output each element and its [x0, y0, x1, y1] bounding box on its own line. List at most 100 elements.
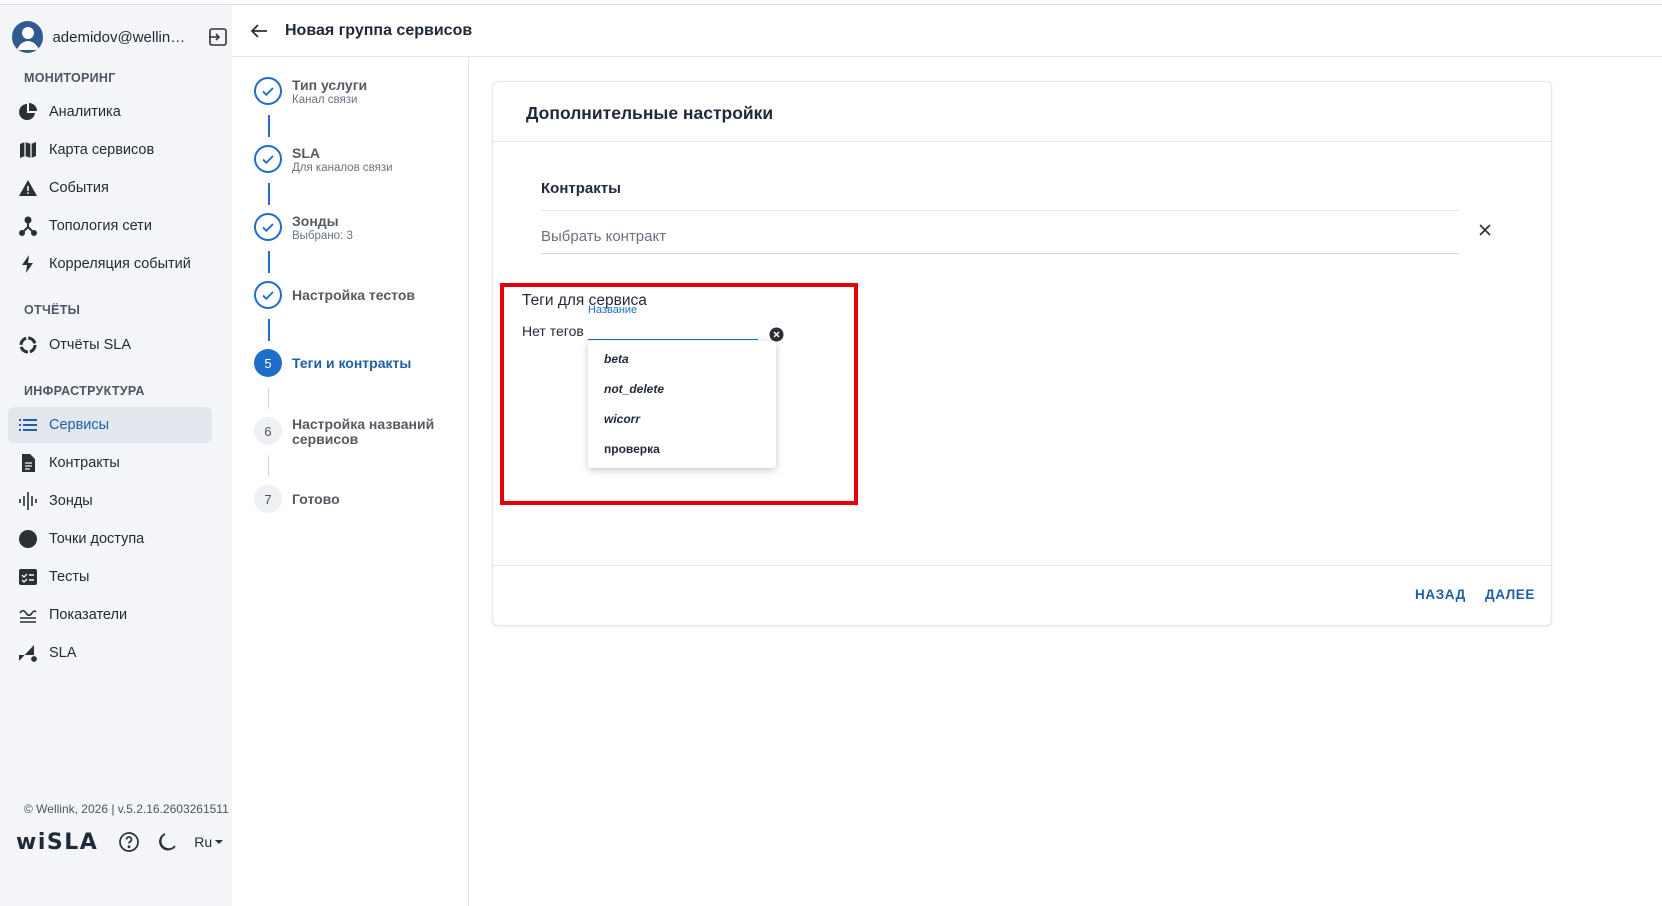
- next-button[interactable]: ДАЛЕЕ: [1485, 587, 1535, 602]
- topology-icon: [18, 216, 38, 236]
- contract-select[interactable]: Выбрать контракт: [541, 210, 1459, 254]
- bolt-icon: [18, 254, 38, 274]
- document-icon: [18, 453, 38, 473]
- sidebar-item-probes[interactable]: Зонды: [8, 483, 212, 519]
- sidebar-item-tests[interactable]: Тесты: [8, 559, 212, 595]
- step-connector: [268, 387, 269, 409]
- sidebar-item-services[interactable]: Сервисы: [8, 407, 212, 443]
- step-title: Настройка названий: [292, 416, 435, 432]
- checklist-icon: [18, 567, 38, 587]
- tag-option[interactable]: beta: [604, 352, 629, 366]
- sidebar-item-label: Карта сервисов: [49, 142, 155, 158]
- step-title: Теги и контракты: [292, 355, 412, 371]
- help-icon[interactable]: [118, 831, 140, 853]
- sidebar-item-analytics[interactable]: Аналитика: [8, 94, 212, 130]
- waveform-icon: [18, 491, 38, 511]
- sidebar-item-contracts[interactable]: Контракты: [8, 445, 212, 481]
- dark-mode-icon[interactable]: [156, 831, 178, 853]
- check-icon: [254, 281, 282, 309]
- section-title-reports: ОТЧЁТЫ: [24, 303, 81, 317]
- sidebar-item-label: События: [49, 180, 109, 196]
- tag-options-dropdown: beta not_delete wicorr проверка: [588, 341, 776, 468]
- card-title: Дополнительные настройки: [526, 103, 774, 123]
- contract-placeholder: Выбрать контракт: [541, 227, 667, 245]
- page-title: Новая группа сервисов: [285, 21, 473, 39]
- copyright: © Wellink, 2026 | v.5.2.16.2603261511: [24, 802, 229, 816]
- step-connector: [268, 455, 269, 477]
- sidebar-item-sla[interactable]: SLA: [8, 635, 212, 671]
- sidebar: ademidov@wellink... МОНИТОРИНГ Аналитика…: [0, 5, 232, 906]
- sidebar-item-sla-reports[interactable]: Отчёты SLA: [8, 327, 212, 363]
- logout-icon[interactable]: [206, 25, 230, 49]
- sla-icon: [18, 643, 38, 663]
- warning-icon: [18, 178, 38, 198]
- language-selector[interactable]: Ru: [194, 834, 226, 850]
- close-icon[interactable]: [1476, 221, 1494, 239]
- clear-icon[interactable]: [769, 327, 784, 342]
- back-button[interactable]: НАЗАД: [1415, 587, 1466, 602]
- step-number: 6: [254, 417, 282, 445]
- circle-icon: [18, 529, 38, 549]
- divider: [493, 141, 1551, 142]
- sidebar-item-label: Зонды: [49, 493, 93, 509]
- tag-input[interactable]: [588, 322, 758, 340]
- step-title-line2: сервисов: [292, 431, 359, 447]
- sidebar-item-label: SLA: [49, 645, 77, 661]
- user-name: ademidov@wellink...: [52, 28, 190, 46]
- tag-input-label: Название: [588, 304, 638, 316]
- sidebar-item-label: Контракты: [49, 455, 120, 471]
- step-connector: [268, 251, 270, 273]
- wizard-stepper: Тип услуги Канал связи SLA Для каналов с…: [232, 57, 469, 906]
- sidebar-item-label: Точки доступа: [49, 531, 145, 547]
- sidebar-item-correlation[interactable]: Корреляция событий: [8, 246, 212, 282]
- step-title: Тип услуги: [292, 77, 368, 93]
- step-title: Готово: [292, 491, 340, 507]
- sidebar-item-topology[interactable]: Топология сети: [8, 208, 212, 244]
- no-tags-label: Нет тегов: [522, 323, 584, 339]
- step-title: SLA: [292, 145, 320, 161]
- sidebar-item-label: Показатели: [49, 607, 128, 623]
- step-title: Настройка тестов: [292, 287, 416, 303]
- sidebar-item-label: Отчёты SLA: [49, 337, 132, 353]
- step-subtitle: Для каналов связи: [292, 162, 393, 174]
- sidebar-item-events[interactable]: События: [8, 170, 212, 206]
- check-icon: [254, 213, 282, 241]
- language-label: Ru: [194, 834, 213, 850]
- sidebar-item-label: Тесты: [49, 569, 90, 585]
- sidebar-item-metrics[interactable]: Показатели: [8, 597, 212, 633]
- ring-icon: [18, 335, 38, 355]
- back-arrow-icon[interactable]: [248, 20, 270, 42]
- sidebar-item-access-points[interactable]: Точки доступа: [8, 521, 212, 557]
- step-number: 7: [254, 485, 282, 513]
- step-subtitle: Выбрано: 3: [292, 230, 353, 242]
- step-connector: [268, 115, 270, 137]
- section-title-infrastructure: ИНФРАСТРУКТУРА: [24, 384, 145, 398]
- sidebar-item-label: Сервисы: [49, 417, 110, 433]
- step-title: Зонды: [292, 213, 339, 229]
- avatar[interactable]: [12, 21, 44, 53]
- sidebar-footer: wiSLA Ru: [16, 827, 226, 857]
- page-header: Новая группа сервисов: [232, 5, 1662, 57]
- sidebar-item-service-map[interactable]: Карта сервисов: [8, 132, 212, 168]
- tag-option[interactable]: wicorr: [604, 412, 640, 426]
- wisla-logo: wiSLA: [16, 829, 99, 855]
- contracts-label: Контракты: [541, 180, 621, 197]
- pie-chart-icon: [18, 102, 38, 122]
- user-profile[interactable]: ademidov@wellink...: [12, 17, 230, 57]
- step-connector: [268, 183, 270, 205]
- step-number: 5: [254, 349, 282, 377]
- sidebar-item-label: Топология сети: [49, 218, 152, 234]
- tag-option[interactable]: not_delete: [604, 382, 664, 396]
- check-icon: [254, 77, 282, 105]
- tag-option[interactable]: проверка: [604, 442, 660, 456]
- step-connector: [268, 319, 270, 341]
- chevron-down-icon: [215, 840, 224, 844]
- divider: [493, 565, 1551, 566]
- metrics-icon: [18, 605, 38, 625]
- sidebar-item-label: Аналитика: [49, 104, 121, 120]
- section-title-monitoring: МОНИТОРИНГ: [24, 71, 116, 85]
- sidebar-item-label: Корреляция событий: [49, 256, 191, 272]
- list-icon: [18, 415, 38, 435]
- map-icon: [18, 140, 38, 160]
- check-icon: [254, 145, 282, 173]
